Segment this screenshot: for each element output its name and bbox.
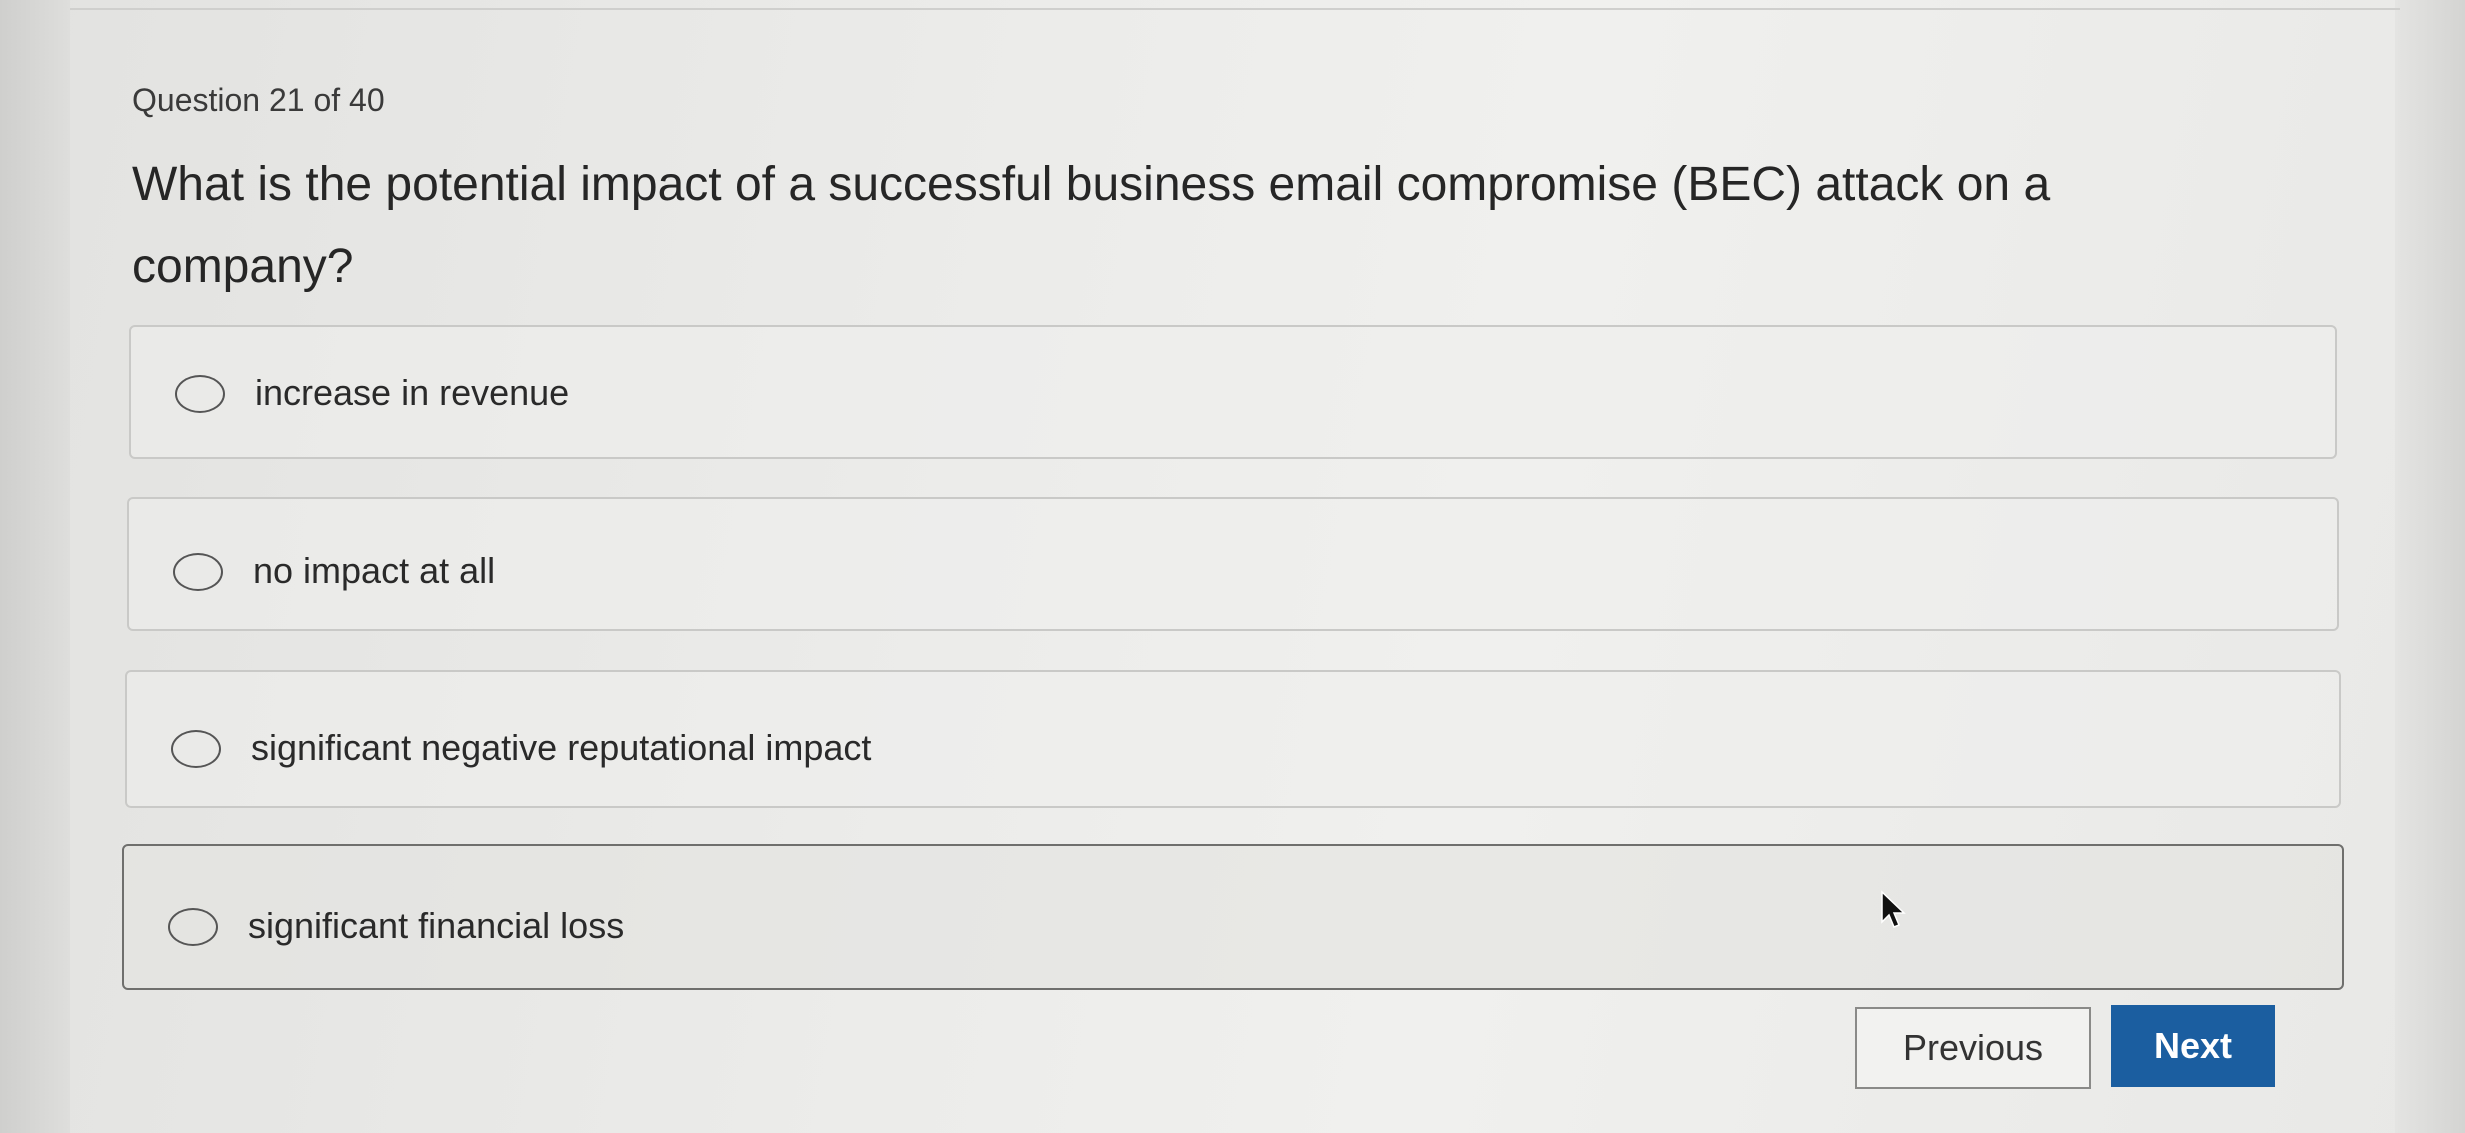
screen: Question 21 of 40 What is the potential …	[0, 0, 2465, 1133]
answer-option-2[interactable]: no impact at all	[127, 497, 2339, 631]
answer-option-1[interactable]: increase in revenue	[129, 325, 2337, 459]
answer-option-label: significant financial loss	[248, 905, 625, 946]
answer-option-label: increase in revenue	[255, 372, 570, 413]
question-counter: Question 21 of 40	[132, 82, 385, 118]
radio-circle-icon[interactable]	[168, 908, 218, 946]
quiz-panel: Question 21 of 40 What is the potential …	[70, 12, 2395, 1133]
radio-circle-icon[interactable]	[171, 730, 221, 768]
radio-circle-icon[interactable]	[173, 553, 223, 591]
answer-option-4[interactable]: significant financial loss	[122, 844, 2344, 990]
right-edge	[2395, 0, 2465, 1133]
previous-button[interactable]: Previous	[1855, 1007, 2091, 1089]
left-edge	[0, 0, 70, 1133]
answer-option-label: significant negative reputational impact	[251, 727, 872, 768]
answer-option-label: no impact at all	[253, 550, 496, 591]
top-divider	[70, 8, 2400, 10]
question-text: What is the potential impact of a succes…	[132, 158, 2051, 293]
mouse-pointer-icon	[1881, 890, 1906, 928]
radio-circle-icon[interactable]	[175, 375, 225, 413]
next-button[interactable]: Next	[2111, 1005, 2275, 1087]
answer-option-3[interactable]: significant negative reputational impact	[125, 670, 2341, 808]
